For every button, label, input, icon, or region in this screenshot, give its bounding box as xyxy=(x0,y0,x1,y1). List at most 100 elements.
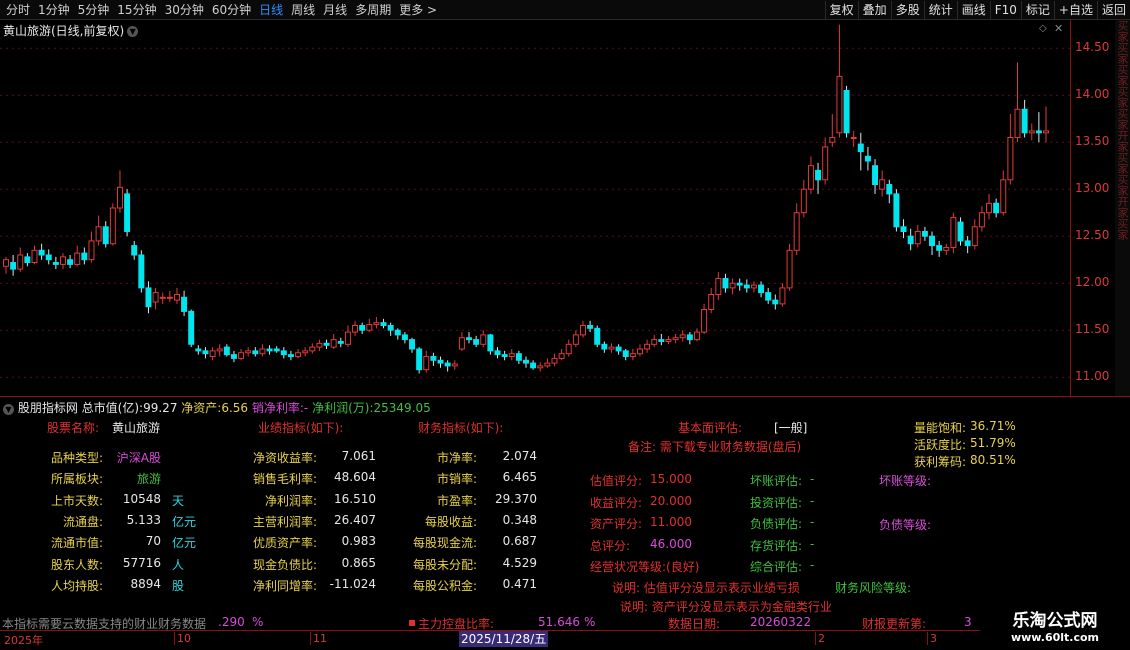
basic-info-unit: 天 xyxy=(172,493,185,508)
report-value: 3 xyxy=(964,615,972,629)
chevron-down-icon[interactable]: ▼ xyxy=(3,404,14,415)
toolbar-button[interactable]: +自选 xyxy=(1053,1,1097,19)
toolbar-button[interactable]: 叠加 xyxy=(857,1,891,19)
candle-body xyxy=(608,346,615,350)
candle xyxy=(52,256,59,270)
candle xyxy=(458,332,465,351)
score-label: 估值评分: xyxy=(590,474,643,488)
bad-debt-level: 坏账等级: xyxy=(879,474,932,488)
toolbar-button[interactable]: 返回 xyxy=(1096,1,1130,19)
perf-label: 净资收益率: xyxy=(252,451,317,465)
basic-info-label: 人均持股: xyxy=(50,578,103,593)
candle xyxy=(337,337,344,348)
perf-label: 主营利润率: xyxy=(252,514,317,529)
basic-info-value: 57716 xyxy=(122,555,161,570)
tab-period[interactable]: 多周期 xyxy=(351,2,395,18)
fin-label: 市净率: xyxy=(436,451,477,465)
close-icon[interactable]: ✕ xyxy=(1054,22,1063,35)
candle xyxy=(736,278,743,291)
toolbar-button[interactable]: 统计 xyxy=(923,1,957,19)
candle xyxy=(38,243,45,260)
score-label: 总评分: xyxy=(590,538,631,553)
candle xyxy=(872,159,879,194)
candle-body xyxy=(223,346,230,356)
candle xyxy=(864,146,871,171)
candle-body xyxy=(900,226,907,233)
candle xyxy=(900,219,907,239)
candle-body xyxy=(394,329,401,336)
candle-body xyxy=(466,337,473,341)
candle xyxy=(380,318,387,329)
candle-body xyxy=(3,259,9,267)
tab-period[interactable]: 5分钟 xyxy=(74,2,114,18)
toolbar-button[interactable]: 多股 xyxy=(890,1,924,19)
candle-body xyxy=(109,207,116,245)
perf-title: 业绩指标(如下): xyxy=(258,421,344,435)
op-status: 经营状况等级:(良好) xyxy=(590,560,700,574)
candle xyxy=(494,347,501,359)
candle-body xyxy=(857,143,864,153)
tab-period[interactable]: 周线 xyxy=(287,2,319,18)
candle-body xyxy=(309,346,316,352)
candle-body xyxy=(152,292,159,303)
candle xyxy=(636,344,643,357)
candle-body xyxy=(822,146,829,181)
stat-label: 获利筹码: xyxy=(913,455,966,469)
candle-body xyxy=(523,359,529,364)
toolbar-button[interactable]: F10 xyxy=(989,1,1021,19)
candle-body xyxy=(758,284,765,294)
tab-period[interactable]: 分时 xyxy=(2,2,34,18)
candle-body xyxy=(1035,130,1042,134)
diamond-icon[interactable]: ◇ xyxy=(1039,23,1047,34)
kline-chart-area[interactable]: 黄山旅游(日线,前复权) ▼ ◇ ✕ 14.50 14.00 13.50 13.00 12… xyxy=(0,20,1130,396)
price-tick: 11.50 xyxy=(1075,322,1110,337)
candle xyxy=(166,290,173,302)
candle xyxy=(152,287,159,310)
candle xyxy=(480,330,487,348)
tab-period[interactable]: 60分钟 xyxy=(208,2,255,18)
candle xyxy=(238,349,245,361)
tab-period[interactable]: 30分钟 xyxy=(161,2,208,18)
toolbar-button[interactable]: 标记 xyxy=(1020,1,1054,19)
candle xyxy=(672,333,679,344)
candle-body xyxy=(352,325,359,333)
toolbar-button[interactable]: 复权 xyxy=(824,1,858,19)
toolbar-button[interactable]: 画线 xyxy=(956,1,990,19)
time-axis[interactable]: 2025年 10 11 2 3 2025/11/28/五 xyxy=(0,630,1130,650)
candle-body xyxy=(359,325,366,331)
candle xyxy=(31,245,38,265)
candle xyxy=(3,256,9,274)
tab-period[interactable]: 月线 xyxy=(319,2,351,18)
tab-period[interactable]: 15分钟 xyxy=(113,2,160,18)
candle-body xyxy=(836,75,843,134)
candle xyxy=(971,219,978,250)
candle xyxy=(430,352,437,366)
control-unit: % xyxy=(584,615,596,629)
tab-period[interactable]: 1分钟 xyxy=(34,2,74,18)
candle xyxy=(216,344,223,357)
chevron-down-icon[interactable]: ▼ xyxy=(127,26,139,37)
candle xyxy=(88,231,95,263)
candle xyxy=(295,349,302,359)
candle-body xyxy=(551,357,558,364)
candlestick-chart[interactable] xyxy=(0,20,1070,396)
candle xyxy=(843,85,850,138)
status-left-value: .290 xyxy=(218,615,245,629)
candle-body xyxy=(501,354,508,358)
candle-body xyxy=(708,293,715,311)
tab-period[interactable]: 更多 > xyxy=(395,2,441,18)
candle-body xyxy=(907,235,914,245)
candle-body xyxy=(1043,130,1049,134)
candle-body xyxy=(209,350,216,358)
chart-title[interactable]: 黄山旅游(日线,前复权) ▼ xyxy=(3,22,139,39)
candle-body xyxy=(636,348,643,355)
candle-body xyxy=(693,331,700,341)
candle-body xyxy=(879,179,886,190)
candle xyxy=(394,328,401,340)
candle-body xyxy=(458,337,465,350)
indicator-panel: ▼ 股朋指标网 总市值(亿):99.27 净资产:6.56 销净利率:- 净利润… xyxy=(0,396,1130,632)
basic-info-unit: 亿元 xyxy=(172,536,197,551)
tab-period[interactable]: 日线 xyxy=(255,2,287,18)
candle xyxy=(487,333,494,355)
candle xyxy=(793,203,800,255)
